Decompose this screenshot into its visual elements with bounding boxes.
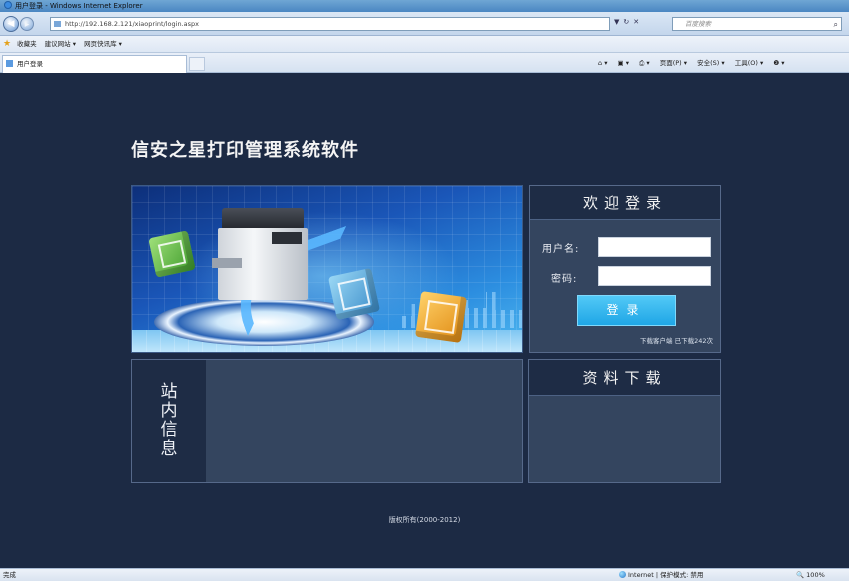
safety-menu[interactable]: 安全(S) ▾ (697, 59, 725, 67)
forward-button[interactable]: ▸ (20, 17, 34, 31)
green-cube-icon (148, 230, 196, 278)
favorites-bar: ★ 收藏夹 建议网站 ▾ 网页快讯库 ▾ (0, 36, 849, 53)
tab-bar: 用户登录 ⌂ ▾ ▣ ▾ ⎙ ▾ 页面(P) ▾ 安全(S) ▾ 工具(O) ▾… (0, 53, 849, 73)
blue-cube-icon (327, 267, 381, 321)
login-header: 欢迎登录 (530, 186, 720, 220)
system-title: 信安之星打印管理系统软件 (131, 140, 359, 161)
stop-icon[interactable]: ✕ (633, 18, 643, 26)
search-placeholder: 百度搜索 (685, 20, 711, 28)
status-text: 完成 (3, 571, 16, 579)
login-panel: 欢迎登录 用户名: 密码: 登录 下载客户端 已下载242次 (529, 185, 721, 353)
security-zone[interactable]: Internet | 保护模式: 禁用 (619, 569, 703, 581)
status-bar: 完成 Internet | 保护模式: 禁用 🔍 100% (0, 568, 849, 581)
downloads-header: 资料下载 (529, 360, 720, 396)
command-bar: ⌂ ▾ ▣ ▾ ⎙ ▾ 页面(P) ▾ 安全(S) ▾ 工具(O) ▾ ❷ ▾ (598, 57, 793, 68)
ie-logo-icon (4, 1, 12, 9)
fav-link-suggested-sites[interactable]: 建议网站 ▾ (45, 40, 76, 48)
search-icon[interactable]: ⌕ (834, 19, 838, 31)
refresh-icon[interactable]: ↻ (623, 18, 633, 26)
password-input[interactable] (598, 266, 711, 286)
print-icon[interactable]: ⎙ ▾ (639, 59, 650, 67)
page-icon (54, 21, 61, 27)
page-menu[interactable]: 页面(P) ▾ (660, 59, 687, 67)
url-input[interactable]: http://192.168.2.121/xiaoprint/login.asp… (50, 17, 610, 31)
compat-icon[interactable]: ▼ (614, 18, 623, 26)
tab-login[interactable]: 用户登录 (2, 55, 187, 73)
username-label: 用户名: (542, 244, 580, 255)
news-title-char: 内 (160, 401, 178, 421)
login-button[interactable]: 登录 (577, 295, 676, 326)
password-label: 密码: (551, 274, 578, 285)
help-menu[interactable]: ❷ ▾ (773, 59, 784, 67)
address-actions[interactable]: ▼↻✕ (614, 18, 643, 26)
zoom-value: 100% (806, 571, 825, 579)
back-button[interactable]: ◀ (3, 16, 19, 32)
downloads-panel: 资料下载 (528, 359, 721, 483)
news-title-char: 信 (160, 420, 178, 440)
orange-cube-icon (415, 291, 467, 343)
download-client-link[interactable]: 下载客户端 已下载242次 (640, 335, 713, 345)
username-input[interactable] (598, 237, 711, 257)
fav-link-web-slice[interactable]: 网页快讯库 ▾ (84, 40, 122, 48)
tab-title: 用户登录 (17, 60, 43, 68)
address-bar: ◀ ▸ http://192.168.2.121/xiaoprint/login… (0, 12, 849, 36)
url-text: http://192.168.2.121/xiaoprint/login.asp… (65, 20, 199, 28)
favorites-button[interactable]: 收藏夹 (17, 40, 37, 48)
printer-icon (212, 208, 312, 300)
site-news-panel: 站 内 信 息 (131, 359, 523, 483)
zoom-level[interactable]: 🔍 100% (796, 569, 825, 581)
globe-icon (619, 571, 626, 578)
feeds-icon[interactable]: ▣ ▾ (618, 59, 629, 67)
search-input[interactable]: 百度搜索 ⌕ (672, 17, 842, 31)
copyright-text: 版权所有(2000-2012) (388, 516, 461, 524)
banner-image (131, 185, 523, 353)
window-titlebar: 用户登录 - Windows Internet Explorer (0, 0, 849, 12)
home-icon[interactable]: ⌂ ▾ (598, 59, 607, 67)
site-news-title: 站 内 信 息 (132, 360, 206, 482)
favorites-star-icon[interactable]: ★ (3, 39, 11, 49)
security-zone-text: Internet | 保护模式: 禁用 (628, 571, 704, 579)
new-tab-button[interactable] (189, 57, 205, 71)
window-title: 用户登录 - Windows Internet Explorer (15, 2, 143, 10)
tools-menu[interactable]: 工具(O) ▾ (735, 59, 764, 67)
page-icon (6, 60, 13, 67)
news-title-char: 站 (160, 382, 178, 402)
page-content: 信安之星打印管理系统软件 欢迎登录 用户名: 密码: 登录 下载客户端 已下载2… (0, 74, 849, 568)
news-title-char: 息 (160, 439, 178, 459)
